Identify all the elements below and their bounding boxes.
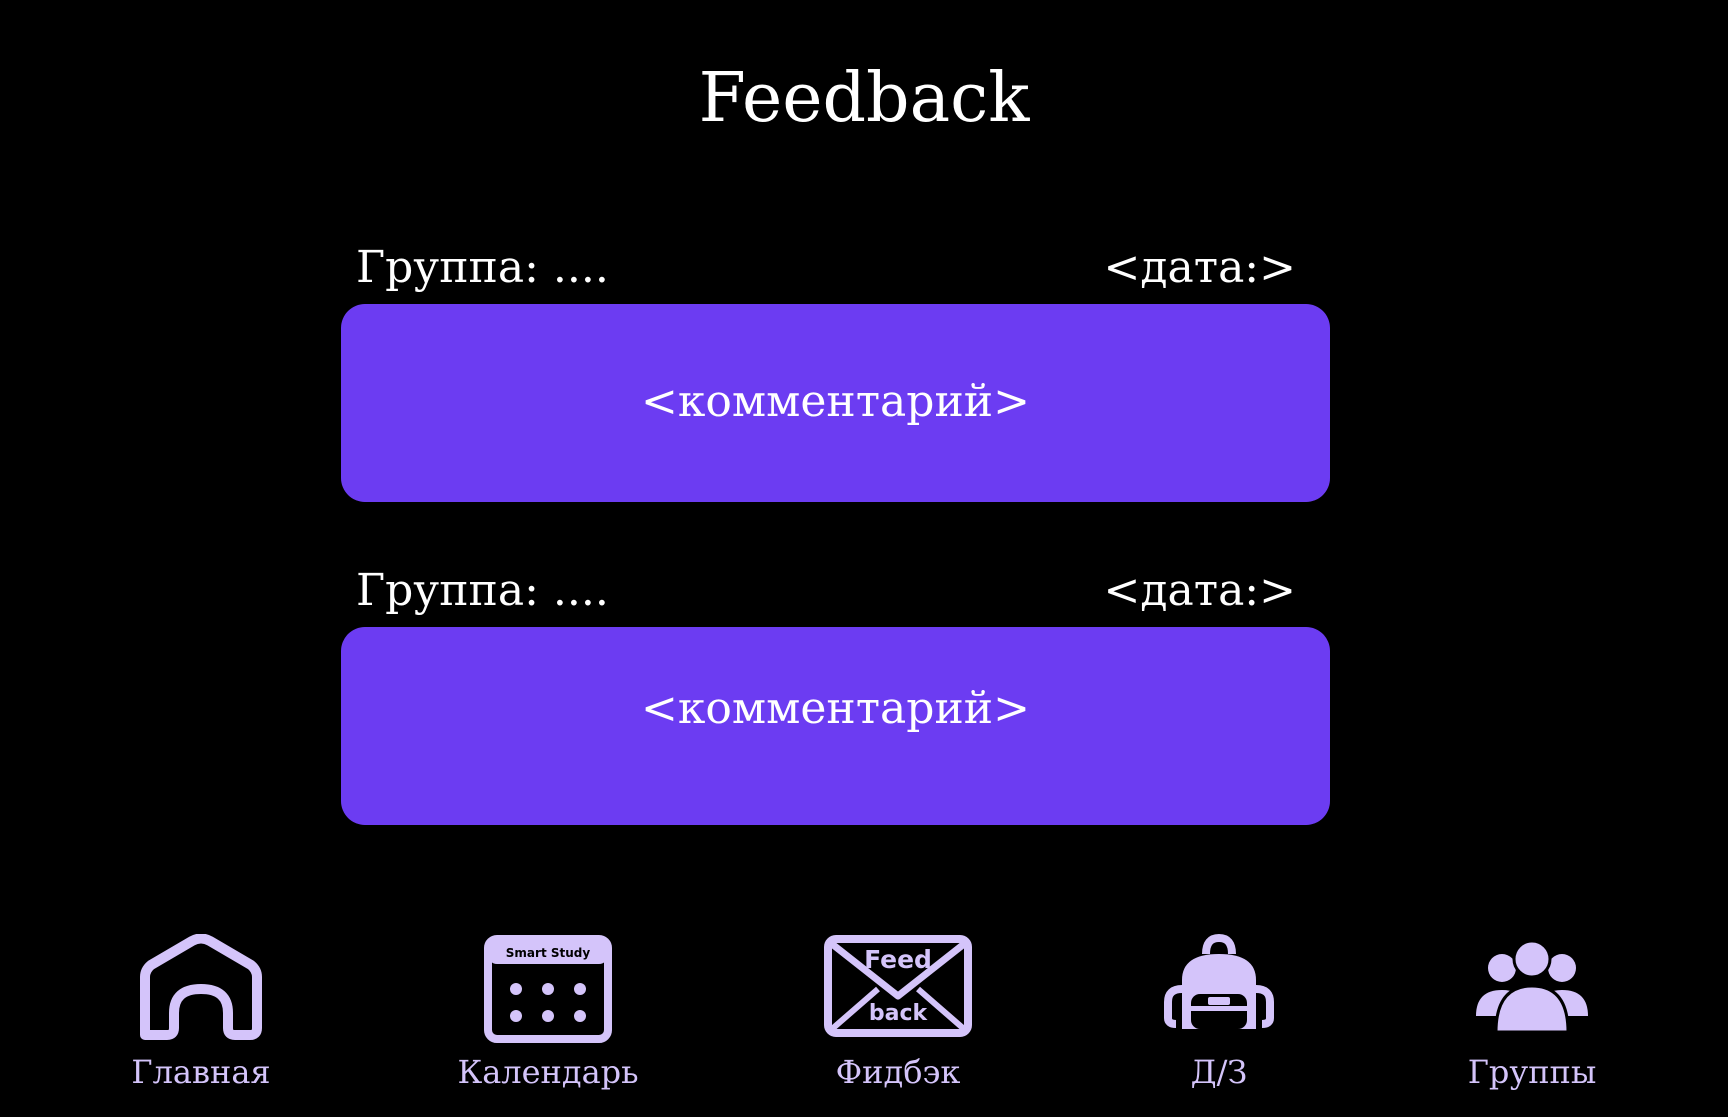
feedback-envelope-icon: Feed back	[824, 935, 972, 1037]
backpack-icon	[1164, 934, 1274, 1029]
comment-card[interactable]: <комментарий>	[341, 627, 1330, 825]
bottom-navigation: Главная Smart Study Календарь Feed back …	[0, 930, 1728, 1100]
calendar-icon: Smart Study	[484, 935, 612, 1043]
nav-label-calendar: Календарь	[457, 1053, 639, 1091]
feedback-page: Feedback Группа: .... <дата:> <комментар…	[0, 0, 1728, 1117]
feedback-date-label: <дата:>	[1103, 242, 1296, 293]
nav-label-groups: Группы	[1467, 1053, 1597, 1091]
feedback-item: Группа: .... <дата:> <комментарий>	[341, 242, 1330, 502]
nav-item-home[interactable]: Главная	[81, 930, 321, 1100]
nav-item-calendar[interactable]: Smart Study Календарь	[428, 930, 668, 1100]
nav-item-homework[interactable]: Д/З	[1099, 930, 1339, 1100]
feedback-date-label: <дата:>	[1103, 565, 1296, 616]
groups-icon	[1476, 939, 1588, 1034]
feedback-group-label: Группа: ....	[356, 242, 609, 293]
feedback-meta: Группа: .... <дата:>	[341, 242, 1330, 304]
feedback-icon-text-top: Feed	[864, 945, 932, 974]
feedback-item: Группа: .... <дата:> <комментарий>	[341, 565, 1330, 825]
feedback-group-label: Группа: ....	[356, 565, 609, 616]
nav-label-feedback: Фидбэк	[835, 1053, 961, 1091]
comment-text: <комментарий>	[641, 376, 1030, 427]
comment-card[interactable]: <комментарий>	[341, 304, 1330, 502]
nav-item-feedback[interactable]: Feed back Фидбэк	[778, 930, 1018, 1100]
feedback-icon-text-bottom: back	[869, 1001, 929, 1026]
feedback-meta: Группа: .... <дата:>	[341, 565, 1330, 627]
home-icon	[140, 934, 262, 1040]
nav-label-home: Главная	[131, 1053, 271, 1091]
page-title: Feedback	[698, 59, 1030, 138]
nav-item-groups[interactable]: Группы	[1412, 930, 1652, 1100]
nav-label-homework: Д/З	[1190, 1053, 1248, 1091]
comment-text: <комментарий>	[641, 683, 1030, 734]
calendar-icon-text: Smart Study	[506, 946, 591, 960]
